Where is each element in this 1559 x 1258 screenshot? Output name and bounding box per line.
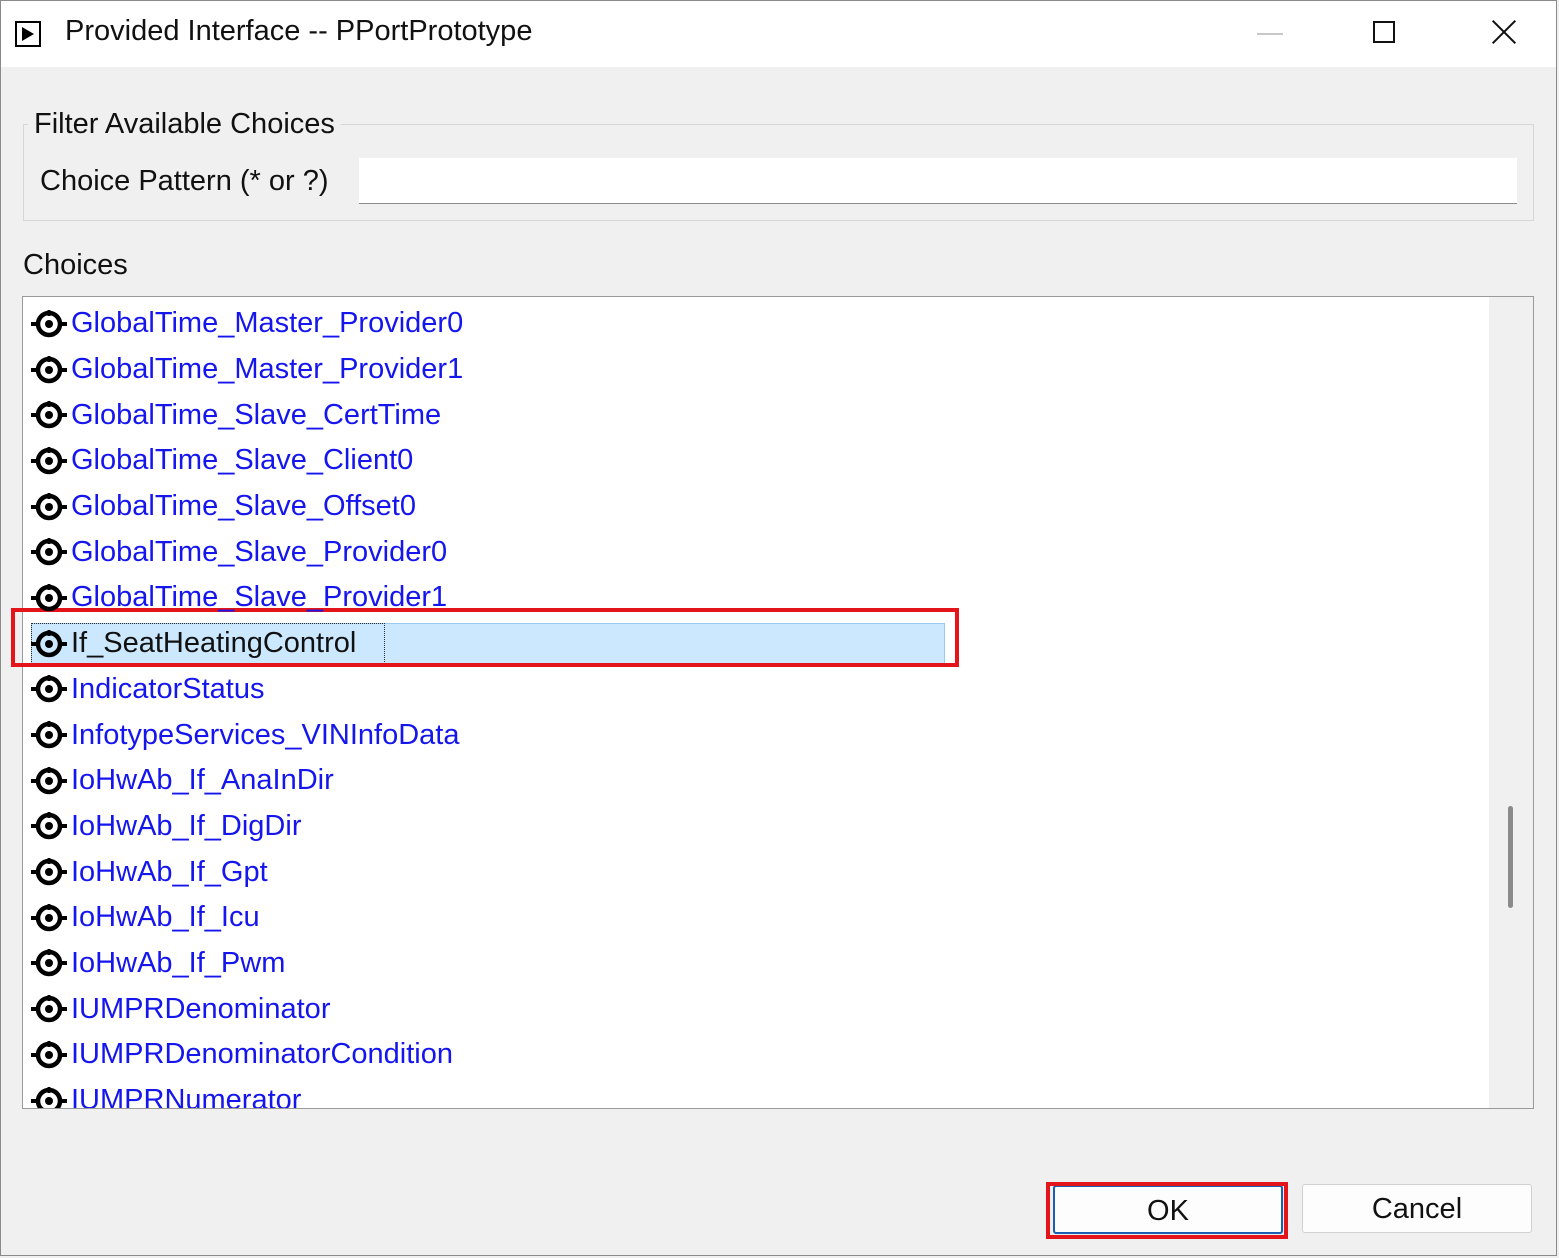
list-item[interactable]: GlobalTime_Slave_Offset0 [23,484,1489,530]
list-item-label: IoHwAb_If_AnaInDir [71,764,334,797]
list-item[interactable]: IndicatorStatus [23,667,1489,713]
list-item-label: IUMPRNumerator [71,1084,302,1109]
provided-interface-icon [29,943,69,983]
cancel-button[interactable]: Cancel [1302,1184,1532,1233]
provided-interface-icon [29,852,69,892]
list-item-label: IoHwAb_If_DigDir [71,809,302,842]
list-item[interactable]: GlobalTime_Slave_Provider1 [23,575,1489,621]
list-item-label: GlobalTime_Slave_Provider0 [71,535,448,568]
list-item[interactable]: GlobalTime_Slave_Client0 [23,438,1489,484]
list-item[interactable]: GlobalTime_Slave_Provider0 [23,529,1489,575]
provided-interface-icon [29,1081,69,1108]
list-item[interactable]: IoHwAb_If_DigDir [23,804,1489,850]
list-item[interactable]: If_SeatHeatingControl [23,621,1489,667]
list-item-label: If_SeatHeatingControl [71,627,357,660]
list-item-label: IUMPRDenominatorCondition [71,1038,453,1071]
provided-interface-icon [29,989,69,1029]
list-item[interactable]: IUMPRNumerator [23,1078,1489,1109]
close-button[interactable] [1473,11,1533,57]
choice-pattern-label: Choice Pattern (* or ?) [40,165,329,197]
filter-group-title: Filter Available Choices [28,108,341,141]
choices-listbox[interactable]: GlobalTime_Master_Provider0 GlobalTime_Ma… [22,296,1534,1109]
provided-interface-icon [29,624,69,664]
provided-interface-icon [29,669,69,709]
provided-interface-icon [29,441,69,481]
choices-list: GlobalTime_Master_Provider0 GlobalTime_Ma… [23,301,1489,1109]
provided-interface-icon [29,304,69,344]
list-item-label: GlobalTime_Slave_CertTime [71,398,442,431]
provided-interface-icon [29,487,69,527]
choice-pattern-input[interactable] [359,158,1517,204]
list-item-label: GlobalTime_Master_Provider0 [71,307,464,340]
list-item[interactable]: IoHwAb_If_Gpt [23,849,1489,895]
list-item-label: GlobalTime_Slave_Provider1 [71,581,448,614]
list-item-label: GlobalTime_Slave_Offset0 [71,490,416,523]
provided-interface-icon [29,806,69,846]
list-item[interactable]: IUMPRDenominatorCondition [23,1032,1489,1078]
list-item[interactable]: IoHwAb_If_Pwm [23,941,1489,987]
provided-interface-icon [29,761,69,801]
maximize-button[interactable] [1356,11,1416,57]
window-title: Provided Interface -- PPortPrototype [65,15,533,47]
provided-interface-icon [29,1035,69,1075]
list-item[interactable]: GlobalTime_Master_Provider0 [23,301,1489,347]
ok-button[interactable]: OK [1053,1185,1283,1234]
list-item[interactable]: GlobalTime_Master_Provider1 [23,347,1489,393]
list-item-label: GlobalTime_Master_Provider1 [71,353,464,386]
list-item-label: GlobalTime_Slave_Client0 [71,444,414,477]
list-item-label: IoHwAb_If_Icu [71,901,260,934]
provided-interface-icon [29,898,69,938]
minimize-button[interactable] [1241,11,1301,57]
app-icon [15,21,41,47]
list-item[interactable]: GlobalTime_Slave_CertTime [23,392,1489,438]
list-item-label: IUMPRDenominator [71,992,331,1025]
provided-interface-icon [29,715,69,755]
list-item[interactable]: IoHwAb_If_AnaInDir [23,758,1489,804]
choices-label: Choices [23,249,128,281]
list-item-label: IoHwAb_If_Pwm [71,946,286,979]
list-item-label: InfotypeServices_VINInfoData [71,718,460,751]
provided-interface-icon [29,578,69,618]
vertical-scrollbar[interactable] [1489,297,1533,1108]
provided-interface-icon [29,395,69,435]
list-item-label: IndicatorStatus [71,672,265,705]
scrollbar-thumb[interactable] [1508,806,1513,908]
provided-interface-icon [29,532,69,572]
list-item[interactable]: IoHwAb_If_Icu [23,895,1489,941]
list-item[interactable]: IUMPRDenominator [23,986,1489,1032]
list-item-label: IoHwAb_If_Gpt [71,855,268,888]
list-item[interactable]: InfotypeServices_VINInfoData [23,712,1489,758]
title-bar[interactable]: Provided Interface -- PPortPrototype [1,1,1556,67]
provided-interface-icon [29,350,69,390]
